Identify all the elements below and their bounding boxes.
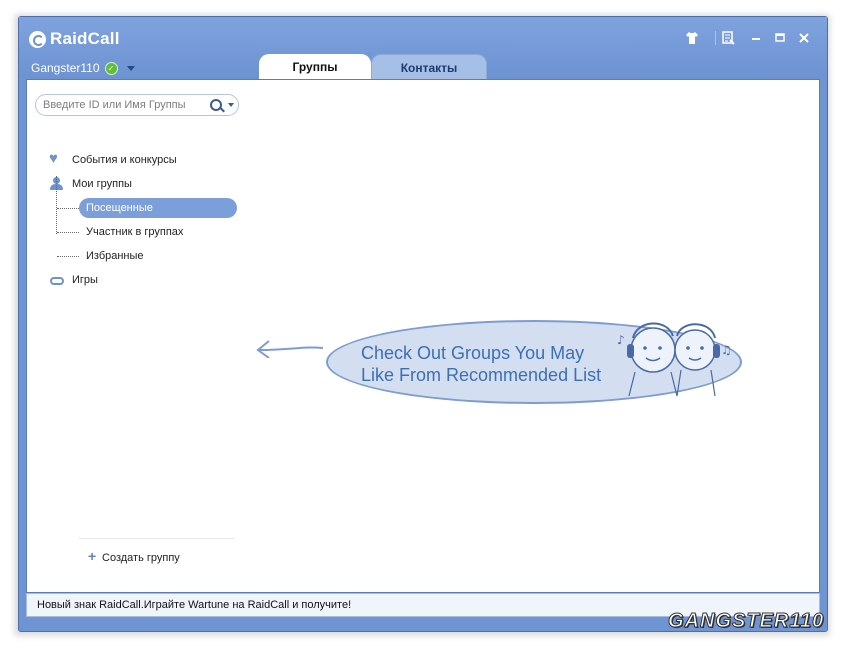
app-name: RaidCall xyxy=(50,29,120,48)
tab-contacts[interactable]: Контакты xyxy=(371,54,487,81)
sidebar-item-label: Игры xyxy=(72,274,98,286)
title-bar[interactable]: RaidCall Gangster110 ✓ Группы Контакты xyxy=(19,17,827,81)
main-panel: ♥ События и конкурсы Мои группы Посещенн… xyxy=(26,79,820,593)
raidcall-logo-icon xyxy=(29,30,46,48)
sidebar-item-events[interactable]: ♥ События и конкурсы xyxy=(27,151,237,169)
title-separator xyxy=(715,31,716,45)
maximize-icon[interactable] xyxy=(773,31,787,45)
sidebar-item-label: Мои группы xyxy=(72,178,132,190)
tree-guide-line xyxy=(57,256,79,257)
sidebar-item-games[interactable]: Игры xyxy=(27,271,237,289)
create-group-button[interactable]: + Создать группу xyxy=(79,538,234,564)
heart-icon: ♥ xyxy=(49,150,58,167)
username: Gangster110 xyxy=(31,61,100,75)
svg-text:♪: ♪ xyxy=(617,333,625,347)
sidebar-item-my-groups[interactable]: Мои группы xyxy=(27,175,237,193)
sidebar-item-visited[interactable]: Посещенные xyxy=(79,198,237,218)
group-search-box[interactable] xyxy=(35,94,239,116)
search-options-chevron-icon[interactable] xyxy=(228,103,234,107)
plus-icon: + xyxy=(88,548,97,564)
app-window: RaidCall Gangster110 ✓ Группы Контакты В… xyxy=(18,16,828,632)
close-icon[interactable] xyxy=(797,31,811,45)
watermark: GANGSTER110 xyxy=(667,610,825,633)
app-logo: RaidCall xyxy=(29,29,120,49)
tab-groups[interactable]: Группы xyxy=(259,54,371,80)
sidebar-item-member-groups[interactable]: Участник в группах xyxy=(79,222,183,242)
sidebar: ♥ События и конкурсы Мои группы Посещенн… xyxy=(27,80,243,592)
tree-guide-line xyxy=(57,232,79,233)
hint-line-1: Check Out Groups You May xyxy=(361,343,585,363)
person-icon xyxy=(49,177,65,191)
recommendation-hint: Check Out Groups You May Like From Recom… xyxy=(361,342,621,386)
tree-guide-line xyxy=(56,176,57,234)
online-status-icon: ✓ xyxy=(104,61,118,75)
sidebar-item-favorites[interactable]: Избранные xyxy=(79,246,144,266)
tree-guide-line xyxy=(57,208,79,209)
skin-shirt-icon[interactable] xyxy=(685,31,699,45)
search-icon[interactable] xyxy=(210,99,222,111)
chevron-down-icon[interactable] xyxy=(126,65,135,71)
arrow-left-icon xyxy=(256,340,324,358)
settings-menu-icon[interactable] xyxy=(721,31,735,45)
minimize-icon[interactable] xyxy=(749,31,763,45)
hint-line-2: Like From Recommended List xyxy=(361,365,602,385)
gamepad-icon xyxy=(49,273,65,287)
search-input[interactable] xyxy=(43,97,203,113)
mascot-faces-icon: ♪ ♫ xyxy=(617,322,732,397)
user-status-menu[interactable]: Gangster110 ✓ xyxy=(31,61,135,75)
svg-text:♫: ♫ xyxy=(721,343,732,357)
create-group-label: Создать группу xyxy=(102,552,180,564)
sidebar-item-label: События и конкурсы xyxy=(72,154,177,166)
